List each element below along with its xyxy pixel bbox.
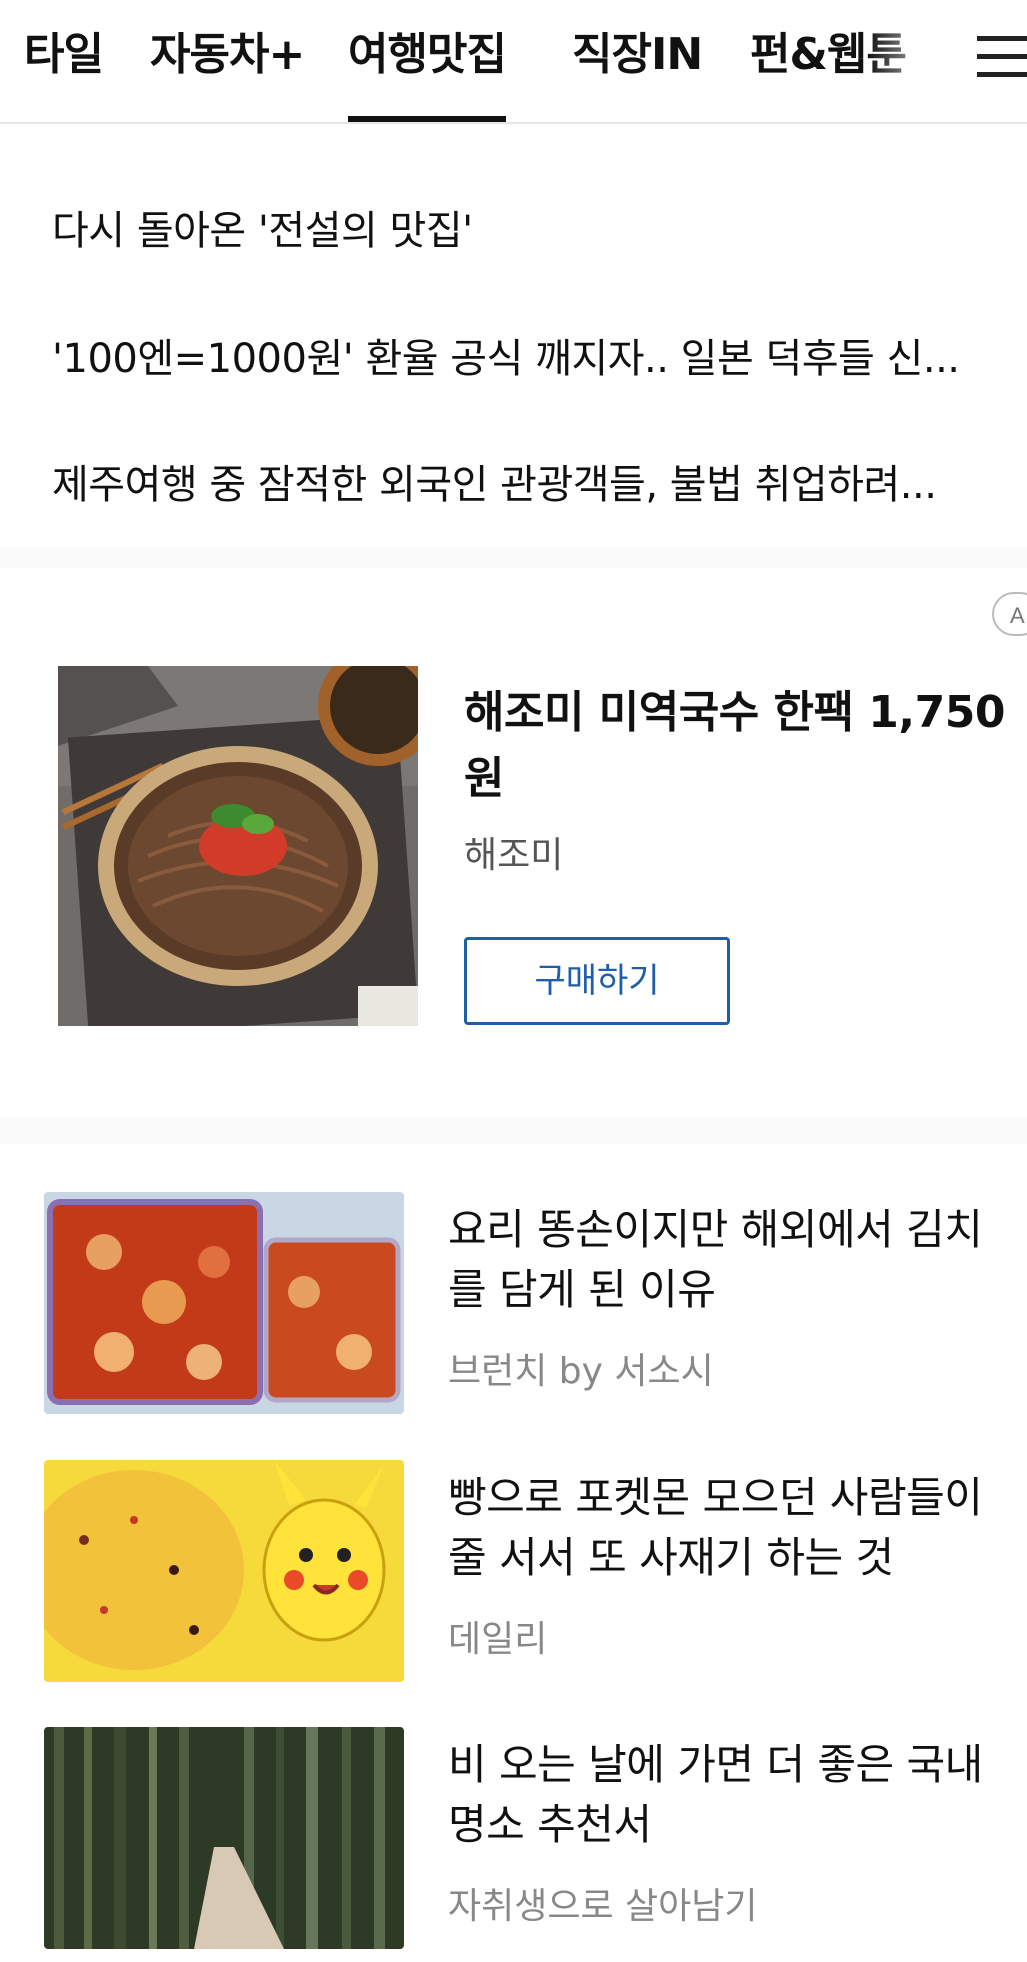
tab-fade [867,0,957,120]
headline-item[interactable]: 다시 돌아온 '전설의 맛집' [52,198,1027,256]
ad-badge[interactable]: A [992,592,1027,636]
article-thumbnail [44,1192,404,1414]
pokemon-bread-image [44,1460,404,1682]
buy-button[interactable]: 구매하기 [464,937,730,1025]
article-thumbnail [44,1460,404,1682]
ad-title[interactable]: 해조미 미역국수 한팩 1,750원 [464,680,1019,812]
article-item[interactable]: 빵으로 포켓몬 모으던 사람들이 줄 서서 또 사재기 하는 것 데일리 [0,1460,1027,1682]
bamboo-forest-image [44,1727,404,1949]
article-source: 자취생으로 살아남기 [448,1886,758,1927]
tab-style[interactable]: 타일 [24,0,104,122]
headline-item[interactable]: 제주여행 중 잠적한 외국인 관광객들, 불법 취업하려... [52,452,1027,510]
tab-travel-food[interactable]: 여행맛집 [348,0,507,122]
category-tab-bar: 타일 자동차+ 여행맛집 직장IN 펀&웹툰 [0,0,1027,124]
noodle-bowl-image [58,666,418,1026]
headline-item[interactable]: '100엔=1000원' 환율 공식 깨지자.. 일본 덕후들 신... [52,326,1002,384]
article-source: 브런치 by 서소시 [448,1351,714,1392]
article-title[interactable]: 비 오는 날에 가면 더 좋은 국내 명소 추천서 [448,1735,1008,1855]
article-source: 데일리 [448,1619,548,1660]
article-title[interactable]: 빵으로 포켓몬 모으던 사람들이 줄 서서 또 사재기 하는 것 [448,1468,1008,1588]
tab-work[interactable]: 직장IN [572,0,703,122]
section-divider [0,1118,1027,1144]
article-item[interactable]: 요리 똥손이지만 해외에서 김치를 담게 된 이유 브런치 by 서소시 [0,1192,1027,1414]
tab-car[interactable]: 자동차+ [150,0,305,122]
ad-brand: 해조미 [464,835,564,876]
article-item[interactable]: 비 오는 날에 가면 더 좋은 국내 명소 추천서 자취생으로 살아남기 [0,1727,1027,1949]
kimchi-image [44,1192,404,1414]
hamburger-menu-icon[interactable] [953,22,1027,92]
section-divider [0,546,1027,568]
article-thumbnail [44,1727,404,1949]
article-title[interactable]: 요리 똥손이지만 해외에서 김치를 담게 된 이유 [448,1200,1008,1320]
ad-product-image[interactable] [58,666,418,1026]
